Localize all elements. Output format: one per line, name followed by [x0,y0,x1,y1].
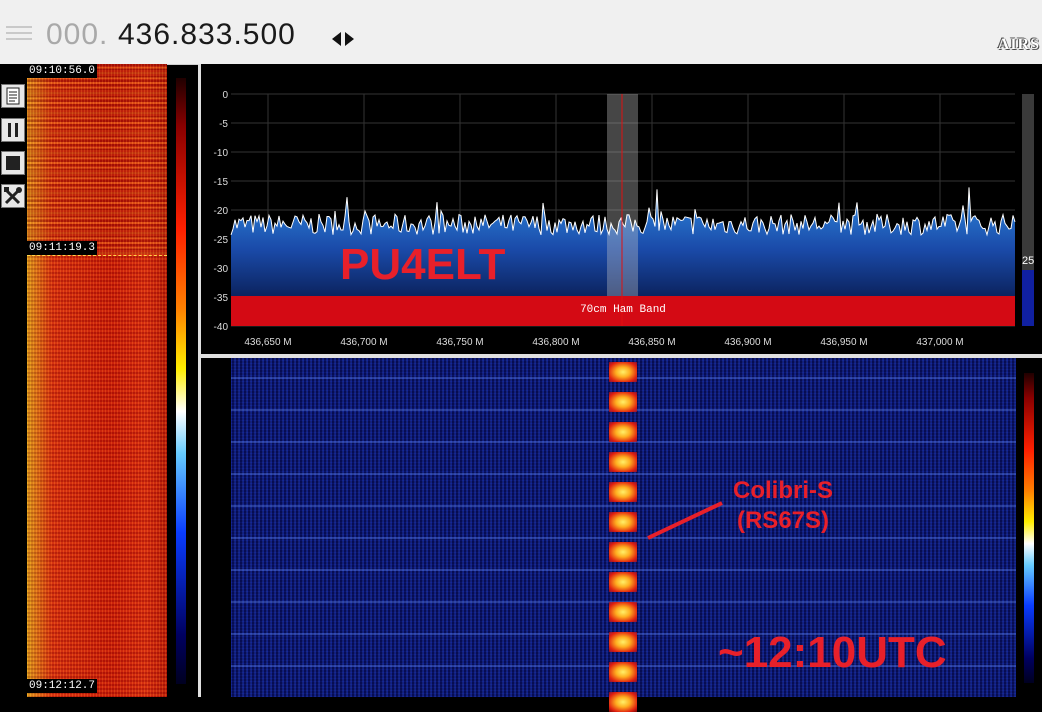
satellite-model: (RS67S) [736,507,830,534]
pause-button[interactable] [1,118,25,142]
signal-pulse [609,572,637,592]
signal-pulse [609,632,637,652]
document-button[interactable] [1,84,25,108]
spectrum-zoom-value: 25 [1022,255,1035,267]
y-tick-label: -15 [214,177,229,188]
callsign-annotation: PU4ELT [340,240,506,289]
timestamp-start: 09:10:56.0 [27,64,98,78]
signal-pulse [609,692,637,712]
timestamp-middle: 09:11:19.3 [27,241,98,255]
frequency-leading-digits[interactable]: 000. [46,18,108,52]
pause-icon [8,123,18,137]
stop-icon [6,156,20,170]
left-right-arrows-icon[interactable] [330,30,356,48]
signal-pulse [609,392,637,412]
x-tick-label: 437,000 M [916,337,963,348]
y-tick-label: -35 [214,293,229,304]
waterfall-left-margin [201,358,231,697]
y-tick-label: -20 [214,206,229,217]
y-tick-label: -30 [214,264,229,275]
if-color-scale[interactable] [176,78,186,684]
y-tick-label: -10 [214,148,229,159]
x-tick-label: 436,650 M [244,337,291,348]
y-tick-label: 0 [222,90,228,101]
x-tick-label: 436,750 M [436,337,483,348]
frequency-bar: 000. 436.833.500 AIRS [0,0,1042,65]
x-tick-label: 436,800 M [532,337,579,348]
timestamp-end: 09:12:12.7 [27,679,98,693]
y-tick-label: -5 [219,119,228,130]
signal-pulse [609,542,637,562]
frequency-display[interactable]: 436.833.500 [118,18,296,52]
signal-pulse [609,482,637,502]
tools-icon [4,187,22,205]
signal-pulse [609,452,637,472]
x-tick-label: 436,700 M [340,337,387,348]
document-icon [6,87,20,105]
signal-pulse [609,362,637,382]
signal-pulse [609,662,637,682]
y-tick-label: -25 [214,235,229,246]
if-waterfall[interactable] [27,64,167,697]
drag-handle-icon[interactable] [6,26,32,42]
band-plan-label: 70cm Ham Band [580,304,666,316]
x-tick-label: 436,900 M [724,337,771,348]
timestamp-divider [27,255,167,256]
satellite-name: Colibri-S [733,477,833,504]
satellite-signal-trace [609,358,637,712]
airspy-logo: AIRS [997,36,1040,53]
satellite-annotation: Colibri-S (RS67S) [700,476,866,536]
rf-color-scale[interactable] [1024,373,1034,683]
y-tick-label: -40 [214,322,229,333]
signal-pulse [609,602,637,622]
time-annotation: ~12:10UTC [718,628,947,677]
spectrum-zoom-fill [1022,270,1034,326]
x-tick-label: 436,850 M [628,337,675,348]
stop-button[interactable] [1,151,25,175]
signal-pulse [609,422,637,442]
signal-pulse [609,512,637,532]
x-tick-label: 436,950 M [820,337,867,348]
settings-button[interactable] [1,184,25,208]
